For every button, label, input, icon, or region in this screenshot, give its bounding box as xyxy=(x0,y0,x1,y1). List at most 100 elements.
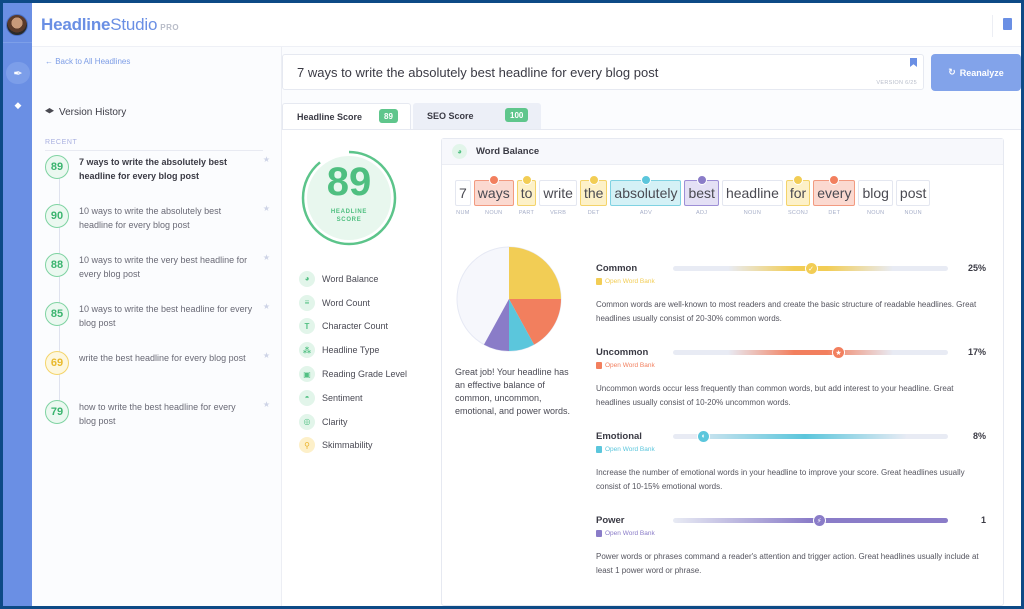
smile-icon: ◓ xyxy=(299,389,315,406)
version-headline-text: write the best headline for every blog p… xyxy=(79,353,246,363)
word-token[interactable]: post NOUN xyxy=(895,180,931,217)
metrics-list: ◕ Word Balance ≡ Word Count T Character Count… xyxy=(299,267,407,457)
tab-headline-score[interactable]: Headline Score 89 xyxy=(282,103,411,129)
word-token[interactable]: ways NOUN xyxy=(473,175,514,217)
balance-message: Great job! Your headline has an effectiv… xyxy=(455,367,571,416)
user-avatar[interactable] xyxy=(6,14,28,36)
metric-item[interactable]: ◎ Clarity xyxy=(299,410,407,434)
word-tokens: 7 NUM ways NOUN to PART write VERB the DET absolut… xyxy=(455,175,931,217)
feather-icon: ✒ xyxy=(13,67,23,80)
word-token[interactable]: headline NOUN xyxy=(721,180,783,217)
metric-label: Skimmability xyxy=(322,440,373,451)
version-history-panel: ← Back to All Headlines Version History … xyxy=(32,47,282,606)
token-pos: VERB xyxy=(550,210,567,216)
token-word: best xyxy=(684,175,719,206)
star-icon[interactable]: ★ xyxy=(263,400,270,409)
metric-item[interactable]: ◓ Sentiment xyxy=(299,386,407,410)
category-knob-icon: ⚡ xyxy=(812,514,826,527)
metric-label: Clarity xyxy=(322,416,348,427)
graduation-cap-icon: ◆ xyxy=(14,99,22,110)
open-word-bank-link[interactable]: Open Word Bank xyxy=(596,362,655,369)
version-headline-text: 7 ways to write the absolutely best head… xyxy=(79,157,228,181)
category-knob-icon: ★ xyxy=(832,346,845,359)
token-pos: NOUN xyxy=(866,210,885,216)
star-icon[interactable]: ★ xyxy=(263,253,270,262)
metric-label: Sentiment xyxy=(322,392,363,403)
metric-item[interactable]: ▣ Reading Grade Level xyxy=(299,362,407,386)
book-icon[interactable] xyxy=(1003,18,1012,30)
word-token[interactable]: for SCONJ xyxy=(785,175,811,217)
word-token[interactable]: best ADJ xyxy=(684,175,719,217)
power-marker-icon xyxy=(696,175,707,185)
text-t-icon: T xyxy=(299,318,315,335)
category-knob-icon: ✓ xyxy=(804,262,818,275)
category-description: Common words are well-known to most read… xyxy=(596,300,977,323)
token-word: to xyxy=(516,175,537,206)
word-token[interactable]: the DET xyxy=(579,175,608,217)
version-item[interactable]: 85 10 ways to write the best headline for… xyxy=(45,302,270,342)
metric-item[interactable]: ⁂ Headline Type xyxy=(299,338,407,362)
star-icon[interactable]: ★ xyxy=(263,204,270,213)
version-score-badge: 85 xyxy=(45,302,69,326)
bookmark-icon[interactable] xyxy=(910,58,917,67)
token-word: the xyxy=(579,175,608,206)
category-description: Power words or phrases command a reader'… xyxy=(596,552,979,575)
version-item[interactable]: 88 10 ways to write the very best headlin… xyxy=(45,253,270,293)
word-token[interactable]: to PART xyxy=(516,175,537,217)
category-description: Uncommon words occur less frequently tha… xyxy=(596,384,954,407)
version-label: VERSION 6/25 xyxy=(876,80,917,86)
version-score-badge: 79 xyxy=(45,400,69,424)
token-word: ways xyxy=(473,175,514,206)
star-icon[interactable]: ★ xyxy=(263,302,270,311)
version-headline-text: 10 ways to write the absolutely best hea… xyxy=(79,206,222,230)
uncommon-marker-icon xyxy=(488,175,499,185)
version-item[interactable]: 79 how to write the best headline for eve… xyxy=(45,400,270,440)
word-token[interactable]: 7 NUM xyxy=(455,180,471,217)
word-token[interactable]: absolutely ADV xyxy=(610,175,682,217)
metric-item[interactable]: ⚲ Skimmability xyxy=(299,434,407,458)
headline-input[interactable] xyxy=(297,65,877,80)
headline-input-box[interactable]: VERSION 6/25 xyxy=(282,54,924,90)
word-token[interactable]: write VERB xyxy=(539,180,577,217)
app-logo[interactable]: HeadlineStudio PRO xyxy=(41,15,179,35)
score-panel: 89 HEADLINE SCORE ◕ Word Balance ≡ Word Cou… xyxy=(282,129,1021,606)
book-open-icon: ▣ xyxy=(299,366,315,383)
lines-icon: ≡ xyxy=(299,294,315,311)
metric-item[interactable]: T Character Count xyxy=(299,315,407,339)
metric-item[interactable]: ≡ Word Count xyxy=(299,291,407,315)
category-knob-icon: ◐ xyxy=(697,430,711,443)
word-token[interactable]: blog NOUN xyxy=(858,180,893,217)
version-item[interactable]: 89 7 ways to write the absolutely best he… xyxy=(45,155,270,195)
open-word-bank-link[interactable]: Open Word Bank xyxy=(596,446,655,453)
back-to-all-headlines-link[interactable]: ← Back to All Headlines xyxy=(45,57,130,66)
category-value: 17% xyxy=(967,347,986,357)
category-bar-fill xyxy=(728,350,893,355)
token-pos: NOUN xyxy=(743,210,762,216)
book-icon xyxy=(596,278,602,285)
token-pos: DET xyxy=(828,210,841,216)
headline-score-value: 89 xyxy=(326,160,372,204)
category-name: Common xyxy=(596,263,638,274)
version-item[interactable]: 90 10 ways to write the absolutely best h… xyxy=(45,204,270,244)
rail-headlines-button[interactable]: ✒ xyxy=(6,62,30,84)
token-pos: PART xyxy=(518,210,535,216)
metric-item[interactable]: ◕ Word Balance xyxy=(299,267,407,291)
common-marker-icon xyxy=(521,175,532,185)
open-word-bank-link[interactable]: Open Word Bank xyxy=(596,278,655,285)
star-icon[interactable]: ★ xyxy=(263,155,270,164)
category-bar: ★ xyxy=(673,346,948,359)
version-item[interactable]: 69 write the best headline for every blog… xyxy=(45,351,270,391)
star-icon[interactable]: ★ xyxy=(263,351,270,360)
version-score-badge: 69 xyxy=(45,351,69,375)
open-word-bank-link[interactable]: Open Word Bank xyxy=(596,530,655,537)
word-token[interactable]: every DET xyxy=(813,175,856,217)
rail-learn-button[interactable]: ◆ xyxy=(6,94,30,116)
tab-seo-score[interactable]: SEO Score 100 xyxy=(413,103,541,129)
book-icon xyxy=(596,362,602,369)
top-bar: HeadlineStudio PRO xyxy=(32,3,1021,47)
word-balance-pie-chart xyxy=(456,246,562,352)
book-icon xyxy=(596,530,602,537)
icon-rail: ✒ ◆ xyxy=(3,3,32,606)
category-name: Emotional xyxy=(596,431,642,442)
reanalyze-button[interactable]: ↻ Reanalyze xyxy=(931,54,1021,91)
